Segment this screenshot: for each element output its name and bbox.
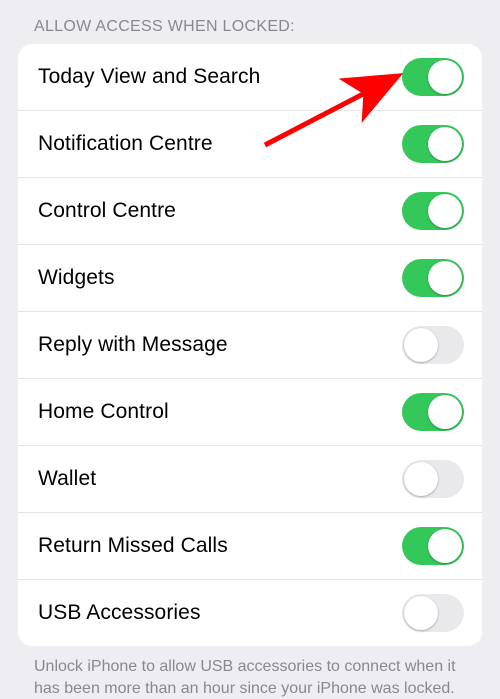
toggle-knob (428, 529, 462, 563)
settings-row: Notification Centre (18, 111, 482, 178)
row-label: Reply with Message (38, 333, 228, 357)
row-label: Notification Centre (38, 132, 213, 156)
row-label: Control Centre (38, 199, 176, 223)
toggle-switch[interactable] (402, 58, 464, 96)
settings-row: Return Missed Calls (18, 513, 482, 580)
toggle-knob (404, 328, 438, 362)
section-header: ALLOW ACCESS WHEN LOCKED: (0, 0, 500, 44)
toggle-knob (428, 60, 462, 94)
row-label: Wallet (38, 467, 96, 491)
toggle-switch[interactable] (402, 594, 464, 632)
toggle-knob (428, 261, 462, 295)
row-label: Today View and Search (38, 65, 260, 89)
settings-row: Today View and Search (18, 44, 482, 111)
toggle-switch[interactable] (402, 326, 464, 364)
toggle-switch[interactable] (402, 460, 464, 498)
settings-row: Control Centre (18, 178, 482, 245)
toggle-knob (404, 462, 438, 496)
settings-row: Widgets (18, 245, 482, 312)
row-label: Home Control (38, 400, 169, 424)
toggle-switch[interactable] (402, 527, 464, 565)
toggle-switch[interactable] (402, 259, 464, 297)
settings-row: Home Control (18, 379, 482, 446)
toggle-knob (428, 194, 462, 228)
row-label: Return Missed Calls (38, 534, 228, 558)
toggle-knob (428, 127, 462, 161)
settings-row: USB Accessories (18, 580, 482, 646)
toggle-switch[interactable] (402, 192, 464, 230)
toggle-switch[interactable] (402, 393, 464, 431)
toggle-switch[interactable] (402, 125, 464, 163)
toggle-knob (404, 596, 438, 630)
row-label: Widgets (38, 266, 115, 290)
toggle-knob (428, 395, 462, 429)
footer-note: Unlock iPhone to allow USB accessories t… (0, 646, 500, 699)
row-label: USB Accessories (38, 601, 201, 625)
settings-row: Reply with Message (18, 312, 482, 379)
settings-row: Wallet (18, 446, 482, 513)
settings-list: Today View and Search Notification Centre… (18, 44, 482, 646)
